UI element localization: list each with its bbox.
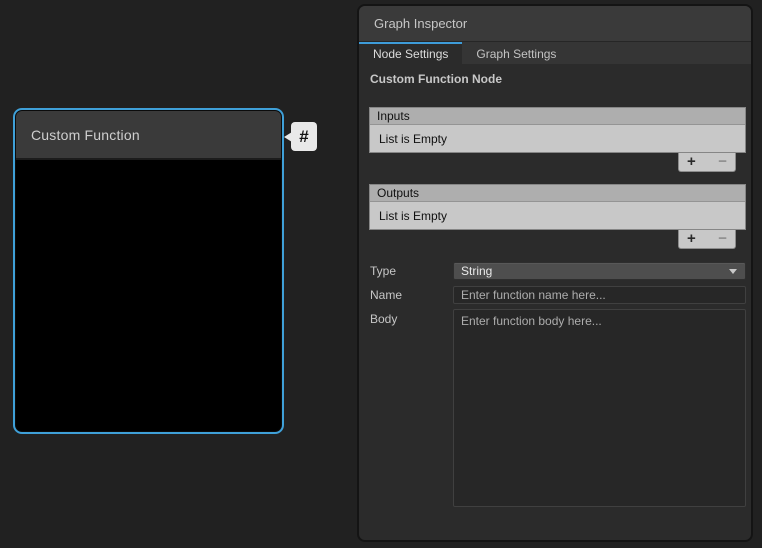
outputs-list-footer: + −	[678, 230, 736, 249]
outputs-list: Outputs List is Empty + −	[369, 184, 746, 249]
inputs-add-button[interactable]: +	[687, 154, 696, 170]
section-title: Custom Function Node	[369, 72, 746, 86]
chevron-down-icon	[729, 269, 737, 274]
node-settings-content: Custom Function Node Inputs List is Empt…	[359, 64, 751, 507]
tab-node-settings-label: Node Settings	[373, 47, 448, 61]
graph-canvas[interactable]: Custom Function # Graph Inspector Node S…	[0, 0, 762, 548]
type-row: Type String	[369, 262, 746, 280]
function-body-textarea[interactable]	[453, 309, 746, 507]
outputs-add-button[interactable]: +	[687, 231, 696, 247]
custom-function-node[interactable]: Custom Function	[15, 110, 282, 432]
graph-inspector-header[interactable]: Graph Inspector	[359, 6, 751, 42]
node-title-bar[interactable]: Custom Function	[16, 111, 281, 160]
name-label: Name	[369, 288, 453, 302]
outputs-empty-label: List is Empty	[379, 209, 447, 223]
outputs-empty-row: List is Empty	[370, 202, 745, 229]
inspector-tab-bar: Node Settings Graph Settings	[359, 42, 751, 64]
hash-icon: #	[299, 127, 308, 147]
badge-tail-icon	[284, 132, 292, 142]
node-preview-body	[16, 160, 281, 429]
hash-badge[interactable]: #	[291, 122, 317, 151]
type-label: Type	[369, 264, 453, 278]
body-label: Body	[369, 309, 453, 326]
type-dropdown[interactable]: String	[453, 262, 746, 280]
tab-graph-settings[interactable]: Graph Settings	[462, 42, 570, 64]
name-row: Name	[369, 286, 746, 304]
inputs-empty-row: List is Empty	[370, 125, 745, 152]
body-row: Body	[369, 309, 746, 507]
outputs-list-header: Outputs	[370, 185, 745, 202]
tab-graph-settings-label: Graph Settings	[476, 47, 556, 61]
node-title: Custom Function	[16, 127, 140, 143]
function-name-input[interactable]	[453, 286, 746, 304]
inputs-remove-button[interactable]: −	[718, 154, 727, 170]
inputs-list-box: Inputs List is Empty	[369, 107, 746, 153]
outputs-list-box: Outputs List is Empty	[369, 184, 746, 230]
inputs-list-header: Inputs	[370, 108, 745, 125]
tab-node-settings[interactable]: Node Settings	[359, 42, 462, 64]
outputs-remove-button[interactable]: −	[718, 231, 727, 247]
inputs-empty-label: List is Empty	[379, 132, 447, 146]
graph-inspector-panel: Graph Inspector Node Settings Graph Sett…	[357, 4, 753, 542]
inputs-list-footer: + −	[678, 153, 736, 172]
panel-title: Graph Inspector	[359, 16, 467, 31]
type-dropdown-value: String	[461, 264, 729, 278]
inputs-list: Inputs List is Empty + −	[369, 107, 746, 172]
